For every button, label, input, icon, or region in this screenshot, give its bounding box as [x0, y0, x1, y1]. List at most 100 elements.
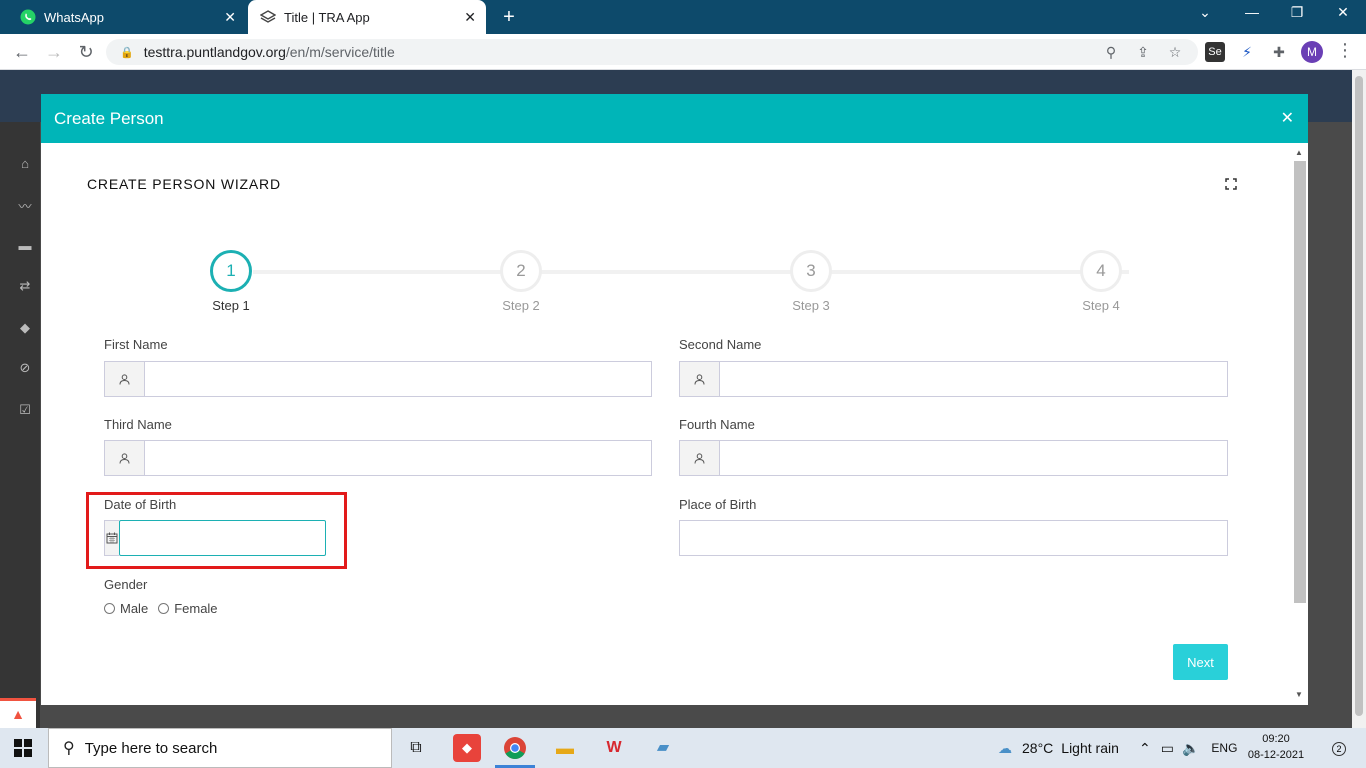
bookmark-star-icon[interactable]: ☆: [1165, 42, 1185, 62]
anydesk-app-icon[interactable]: ◆: [453, 734, 481, 762]
url-path: /en/m/service/title: [285, 44, 395, 60]
taskbar-clock[interactable]: 09:20 08-12-2021: [1246, 731, 1306, 763]
new-tab-icon[interactable]: +: [498, 6, 520, 29]
step-2-circle[interactable]: 2: [500, 250, 542, 292]
step-2-label: Step 2: [502, 298, 540, 313]
forward-icon[interactable]: →: [42, 40, 66, 64]
tab-whatsapp[interactable]: WhatsApp ✕: [8, 0, 246, 34]
file-explorer-icon[interactable]: ▬: [551, 734, 579, 762]
fourth-name-group: [679, 440, 1228, 476]
car-icon[interactable]: ▬: [17, 238, 33, 254]
windows-taskbar: ⚲ Type here to search ⧉ ◆ ▬ W ▰ ☁ 28°C L…: [0, 728, 1366, 768]
fourth-name-input[interactable]: [719, 440, 1228, 476]
close-icon[interactable]: ✕: [1281, 108, 1294, 128]
cloud-rain-icon: ☁: [998, 739, 1012, 756]
step-1-circle[interactable]: 1: [210, 250, 252, 292]
place-of-birth-input[interactable]: [679, 520, 1228, 556]
gender-options: Male Female: [104, 601, 218, 616]
back-icon[interactable]: ←: [10, 40, 34, 64]
chrome-app-icon[interactable]: [495, 734, 535, 768]
lock-icon: 🔒: [120, 46, 134, 59]
tags-icon[interactable]: ◆: [17, 320, 33, 336]
wps-office-icon[interactable]: W: [600, 734, 628, 762]
modal-header: Create Person ✕: [41, 94, 1308, 143]
ban-icon[interactable]: ⊘: [17, 360, 33, 376]
tab-search-icon[interactable]: ⌄: [1195, 4, 1215, 21]
first-name-label: First Name: [104, 337, 168, 352]
chevron-up-icon[interactable]: ⌃: [1139, 740, 1151, 757]
share-icon[interactable]: ⇪: [1133, 42, 1153, 62]
gender-male-label[interactable]: Male: [120, 601, 148, 616]
step-3-label: Step 3: [792, 298, 830, 313]
close-tab-icon[interactable]: ✕: [224, 9, 236, 26]
tab-tra-app[interactable]: Title | TRA App ✕: [248, 0, 486, 34]
reload-icon[interactable]: ↻: [74, 40, 98, 64]
wizard-title: CREATE PERSON WIZARD: [87, 176, 281, 192]
home-icon[interactable]: ⌂: [17, 156, 33, 172]
first-name-input[interactable]: [144, 361, 652, 397]
clock-date: 08-12-2021: [1247, 749, 1305, 761]
third-name-group: [104, 440, 652, 476]
close-tab-icon[interactable]: ✕: [464, 9, 476, 26]
gender-male-radio[interactable]: [104, 603, 115, 614]
modal-title: Create Person: [54, 109, 164, 128]
zoom-icon[interactable]: ⚲: [1101, 42, 1121, 62]
battery-icon[interactable]: ▭: [1161, 740, 1174, 757]
volume-muted-icon[interactable]: 🔈: [1182, 740, 1199, 757]
step-3-circle[interactable]: 3: [790, 250, 832, 292]
create-person-modal: Create Person ✕ ▲ ▼ CREATE PERSON WIZARD…: [41, 94, 1308, 705]
bolt-extension-icon[interactable]: ⚡: [1237, 42, 1257, 62]
profile-avatar[interactable]: M: [1301, 41, 1323, 63]
url-host: testtra.puntlandgov.org: [143, 44, 286, 60]
fullscreen-icon[interactable]: [1225, 178, 1239, 192]
url-field[interactable]: 🔒 testtra.puntlandgov.org/en/m/service/t…: [106, 39, 1198, 65]
trend-icon[interactable]: 〰: [17, 196, 33, 214]
tab-label: WhatsApp: [44, 9, 104, 25]
next-button[interactable]: Next: [1173, 644, 1228, 680]
minimize-icon[interactable]: —: [1242, 4, 1262, 20]
third-name-input[interactable]: [144, 440, 652, 476]
second-name-group: [679, 361, 1228, 397]
taskbar-search[interactable]: ⚲ Type here to search: [48, 728, 392, 768]
step-1-label: Step 1: [212, 298, 250, 313]
layers-icon: [260, 9, 276, 25]
modal-scrollbar[interactable]: ▲ ▼: [1293, 146, 1307, 702]
place-of-birth-label: Place of Birth: [679, 497, 757, 512]
taskbar-search-placeholder: Type here to search: [84, 739, 218, 757]
tab-label: Title | TRA App: [284, 9, 370, 25]
place-of-birth-group: [679, 520, 1228, 556]
stepper-track: [253, 270, 1129, 274]
clock-time: 09:20: [1262, 733, 1290, 745]
address-bar: ← → ↻ 🔒 testtra.puntlandgov.org/en/m/ser…: [0, 34, 1366, 70]
gender-label: Gender: [104, 577, 148, 592]
gender-female-radio[interactable]: [158, 603, 170, 614]
menu-kebab-icon[interactable]: ⋮: [1336, 40, 1354, 61]
task-view-icon[interactable]: ⧉: [402, 734, 430, 762]
notepad-app-icon[interactable]: ▰: [649, 734, 677, 762]
exchange-icon[interactable]: ⇄: [17, 278, 33, 294]
system-tray: ⌃ ▭ 🔈 ENG: [1139, 728, 1237, 768]
search-icon: ⚲: [63, 740, 75, 757]
user-icon: [679, 440, 719, 476]
notification-center-icon[interactable]: 2: [1324, 738, 1346, 758]
fourth-name-label: Fourth Name: [679, 417, 755, 432]
second-name-input[interactable]: [719, 361, 1228, 397]
gender-female-label[interactable]: Female: [174, 601, 217, 616]
notification-count: 2: [1332, 742, 1346, 756]
close-window-icon[interactable]: ✕: [1333, 4, 1353, 21]
user-icon: [679, 361, 719, 397]
laravel-debugbar-icon[interactable]: ▲: [0, 698, 36, 728]
user-icon: [104, 361, 144, 397]
app-sidebar: ⌂ 〰 ▬ ⇄ ◆ ⊘ ☑: [0, 122, 40, 728]
weather-widget[interactable]: ☁ 28°C Light rain: [998, 728, 1119, 768]
browser-tab-bar: WhatsApp ✕ Title | TRA App ✕ + ⌄ — ❐ ✕: [0, 0, 1366, 34]
language-indicator[interactable]: ENG: [1211, 741, 1237, 755]
windows-start-icon[interactable]: [14, 739, 32, 757]
user-icon: [104, 440, 144, 476]
step-4-circle[interactable]: 4: [1080, 250, 1122, 292]
restore-icon[interactable]: ❐: [1287, 4, 1307, 21]
page-scrollbar[interactable]: [1352, 70, 1366, 728]
selenium-extension-icon[interactable]: Se: [1205, 42, 1225, 62]
extensions-puzzle-icon[interactable]: ✚: [1269, 42, 1289, 62]
checkbox-icon[interactable]: ☑: [17, 402, 33, 418]
